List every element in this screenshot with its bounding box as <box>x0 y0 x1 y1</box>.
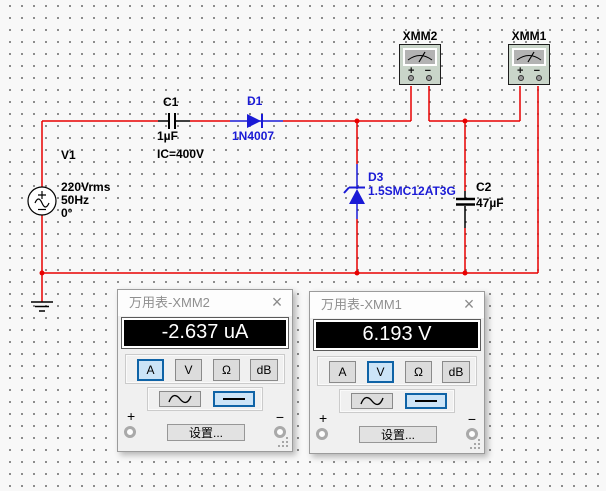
label-c2-value: 47µF <box>476 196 504 210</box>
multimeter-window-xmm1: 万用表-XMM1 × 6.193 V A V Ω dB + − 设置... <box>309 291 485 454</box>
minus-terminal-pin[interactable] <box>426 75 432 81</box>
reading-display: -2.637 uA <box>121 317 289 349</box>
resize-grip[interactable] <box>286 445 288 447</box>
close-icon[interactable]: × <box>459 294 479 315</box>
reading-value: 6.193 V <box>316 322 478 348</box>
diode-d1-symbol[interactable] <box>230 114 283 128</box>
plus-terminal-label: + <box>127 408 135 424</box>
label-v1-voltage: 220Vrms <box>61 180 110 194</box>
multimeter-icon-xmm2[interactable]: + − <box>399 44 441 85</box>
ac-wave-button[interactable] <box>351 393 393 409</box>
volt-mode-button[interactable]: V <box>175 359 202 381</box>
label-c1-ref: C1 <box>163 95 178 109</box>
label-d1-value: 1N4007 <box>232 129 274 143</box>
dc-wave-button[interactable] <box>213 391 255 407</box>
reading-value: -2.637 uA <box>124 320 286 346</box>
minus-terminal-label: − <box>468 411 476 427</box>
plus-terminal-pin[interactable] <box>408 75 414 81</box>
minus-terminal-jack <box>274 426 286 438</box>
label-c1-value: 1µF <box>157 129 178 143</box>
label-v1-phase: 0° <box>61 206 72 220</box>
sine-wave-icon <box>167 393 193 405</box>
dc-wave-button[interactable] <box>405 393 447 409</box>
plus-terminal-pin[interactable] <box>518 75 524 81</box>
ampere-mode-button[interactable]: A <box>329 361 356 383</box>
multimeter-window-xmm2: 万用表-XMM2 × -2.637 uA A V Ω dB + − 设置... <box>117 289 293 452</box>
tvs-diode-d3-symbol[interactable] <box>344 164 365 219</box>
label-d3-ref: D3 <box>368 170 383 184</box>
label-v1-ref: V1 <box>61 148 76 162</box>
label-d3-value: 1.5SMC12AT3G <box>368 184 456 198</box>
label-v1-freq: 50Hz <box>61 193 89 207</box>
settings-button[interactable]: 设置... <box>359 426 437 443</box>
reading-display: 6.193 V <box>313 319 481 351</box>
label-xmm1: XMM1 <box>508 29 550 43</box>
close-icon[interactable]: × <box>267 292 287 313</box>
label-c1-ic: IC=400V <box>157 147 204 161</box>
db-mode-button[interactable]: dB <box>442 361 470 383</box>
capacitor-c2-symbol[interactable] <box>456 191 475 228</box>
meter-dial-icon <box>512 48 546 66</box>
db-mode-button[interactable]: dB <box>250 359 278 381</box>
meter-dial-icon <box>403 48 437 66</box>
wire-top-net[interactable] <box>42 86 538 302</box>
capacitor-c1-symbol[interactable] <box>158 113 190 129</box>
sine-wave-icon <box>359 395 385 407</box>
ohm-mode-button[interactable]: Ω <box>405 361 432 383</box>
label-xmm2: XMM2 <box>399 29 441 43</box>
window-titlebar[interactable]: 万用表-XMM2 <box>118 290 292 316</box>
minus-terminal-pin[interactable] <box>536 75 542 81</box>
multimeter-icon-xmm1[interactable]: + − <box>508 44 550 85</box>
ac-source-symbol[interactable] <box>28 187 56 215</box>
dc-line-icon <box>415 400 437 402</box>
plus-terminal-jack <box>316 428 328 440</box>
minus-terminal-label: − <box>276 409 284 425</box>
label-c2-ref: C2 <box>476 180 491 194</box>
minus-terminal-jack <box>466 428 478 440</box>
settings-button[interactable]: 设置... <box>167 424 245 441</box>
ground-symbol[interactable] <box>31 302 53 311</box>
dc-line-icon <box>223 398 245 400</box>
plus-terminal-jack <box>124 426 136 438</box>
resize-grip[interactable] <box>478 447 480 449</box>
volt-mode-button[interactable]: V <box>367 361 394 383</box>
ohm-mode-button[interactable]: Ω <box>213 359 240 381</box>
ac-wave-button[interactable] <box>159 391 201 407</box>
window-titlebar[interactable]: 万用表-XMM1 <box>310 292 484 318</box>
label-d1-ref: D1 <box>247 94 262 108</box>
plus-terminal-label: + <box>319 410 327 426</box>
ampere-mode-button[interactable]: A <box>137 359 164 381</box>
multisim-schematic-canvas: V1 220Vrms 50Hz 0° C1 1µF IC=400V D1 1N4… <box>0 0 606 491</box>
